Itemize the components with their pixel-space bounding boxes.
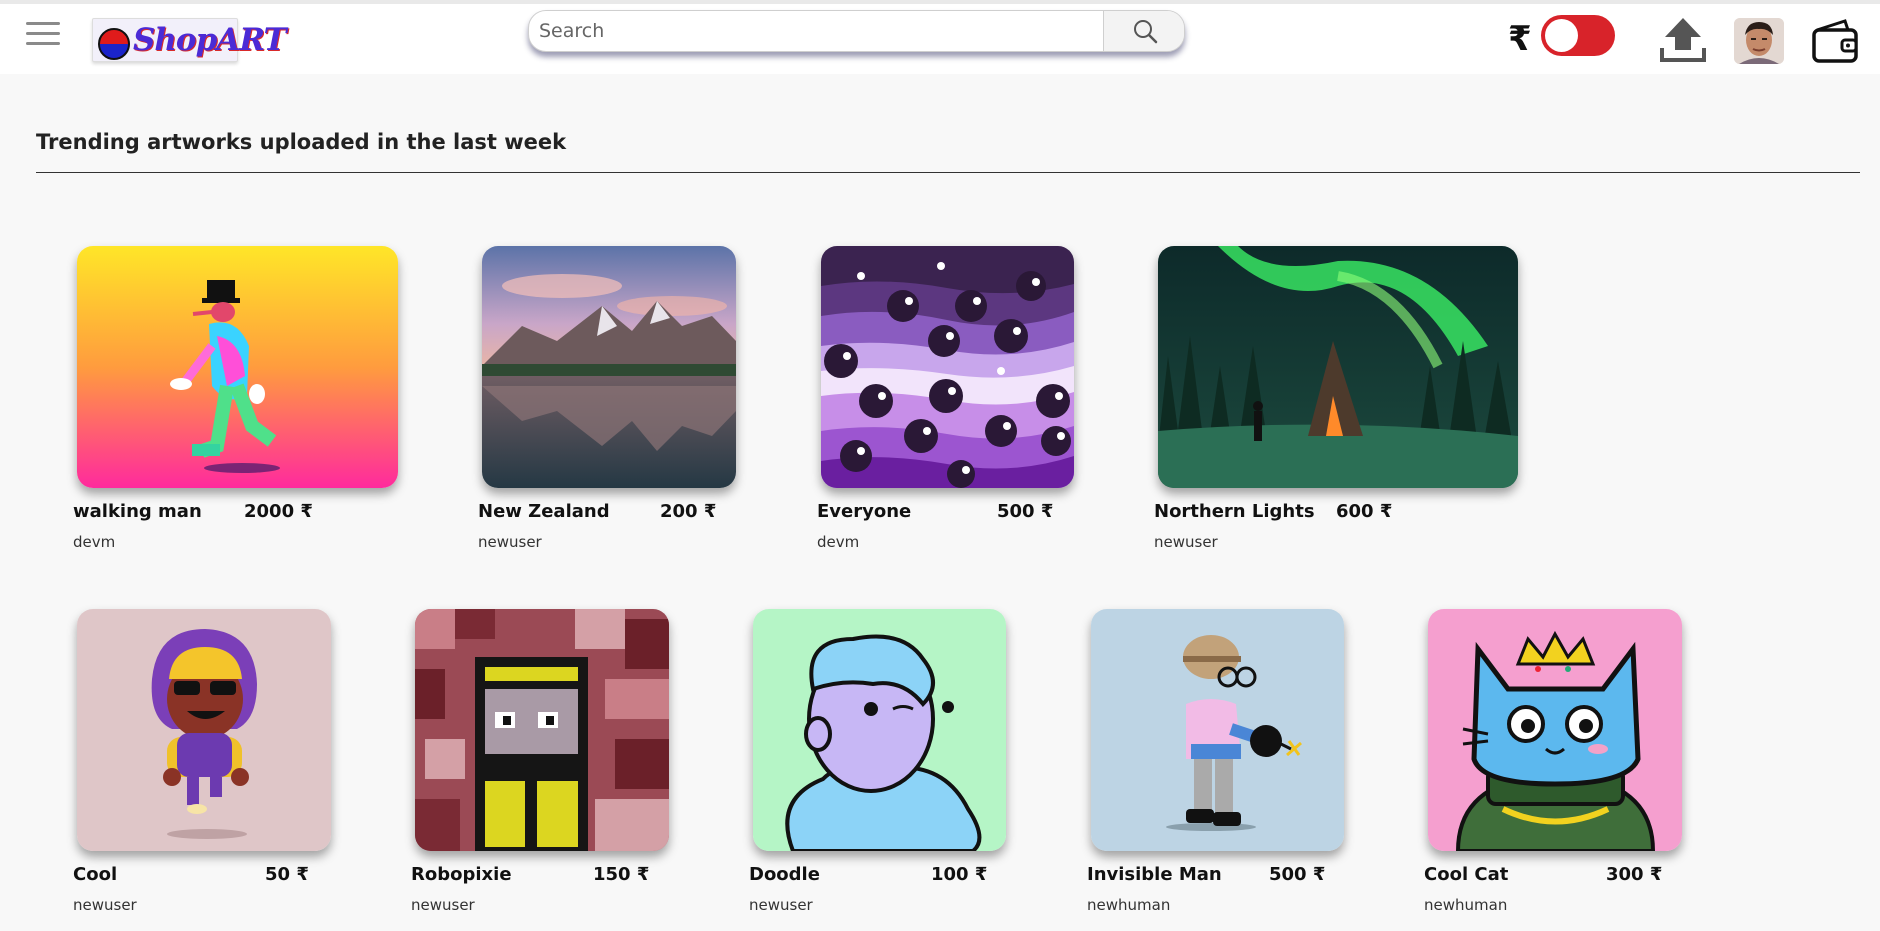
artwork-price: 500 ₹ — [1269, 864, 1326, 885]
currency-toggle[interactable] — [1541, 15, 1615, 56]
upload-icon[interactable] — [1658, 14, 1708, 64]
wallet-icon[interactable] — [1811, 18, 1859, 64]
artwork-user[interactable]: devm — [73, 533, 115, 551]
logo-ball-icon — [98, 28, 130, 60]
artwork-image[interactable] — [77, 246, 398, 488]
artwork-user[interactable]: newhuman — [1087, 896, 1170, 914]
artwork-image[interactable] — [1158, 246, 1518, 488]
artwork-image[interactable] — [415, 609, 669, 851]
search-icon — [1134, 20, 1158, 44]
artwork-image[interactable] — [1091, 609, 1344, 851]
artwork-image[interactable] — [821, 246, 1074, 488]
artwork-price: 2000 ₹ — [244, 501, 313, 522]
artwork-user[interactable]: newuser — [411, 896, 475, 914]
artwork-title[interactable]: Robopixie — [411, 864, 512, 885]
artwork-user[interactable]: devm — [817, 533, 859, 551]
section-title: Trending artworks uploaded in the last w… — [36, 130, 567, 154]
artwork-image[interactable] — [482, 246, 736, 488]
artwork-user[interactable]: newuser — [749, 896, 813, 914]
artwork-title[interactable]: walking man — [73, 501, 202, 522]
search-button[interactable] — [1103, 11, 1184, 51]
artwork-price: 200 ₹ — [660, 501, 717, 522]
artwork-image[interactable] — [77, 609, 331, 851]
artwork-price: 600 ₹ — [1336, 501, 1393, 522]
artwork-price: 100 ₹ — [931, 864, 988, 885]
artwork-title[interactable]: Cool — [73, 864, 117, 885]
menu-icon[interactable] — [26, 22, 60, 50]
artwork-title[interactable]: Doodle — [749, 864, 820, 885]
navbar: ShopART ₹ — [0, 4, 1880, 74]
artwork-image[interactable] — [1428, 609, 1682, 851]
artwork-price: 300 ₹ — [1606, 864, 1663, 885]
section-divider — [36, 172, 1860, 173]
artwork-image[interactable] — [753, 609, 1006, 851]
artwork-price: 150 ₹ — [593, 864, 650, 885]
avatar[interactable] — [1734, 18, 1784, 64]
artwork-title[interactable]: New Zealand — [478, 501, 610, 522]
artwork-title[interactable]: Northern Lights — [1154, 501, 1315, 522]
artwork-title[interactable]: Invisible Man — [1087, 864, 1222, 885]
artwork-user[interactable]: newuser — [478, 533, 542, 551]
artwork-price: 500 ₹ — [997, 501, 1054, 522]
toggle-knob — [1545, 19, 1578, 52]
artwork-user[interactable]: newuser — [73, 896, 137, 914]
artwork-title[interactable]: Everyone — [817, 501, 911, 522]
artwork-user[interactable]: newuser — [1154, 533, 1218, 551]
artwork-user[interactable]: newhuman — [1424, 896, 1507, 914]
search-input[interactable] — [529, 11, 1103, 51]
currency-symbol: ₹ — [1508, 19, 1532, 59]
logo[interactable]: ShopART — [92, 18, 287, 62]
search-bar — [528, 10, 1185, 52]
artwork-title[interactable]: Cool Cat — [1424, 864, 1508, 885]
artwork-price: 50 ₹ — [265, 864, 309, 885]
logo-text: ShopART — [133, 22, 287, 58]
